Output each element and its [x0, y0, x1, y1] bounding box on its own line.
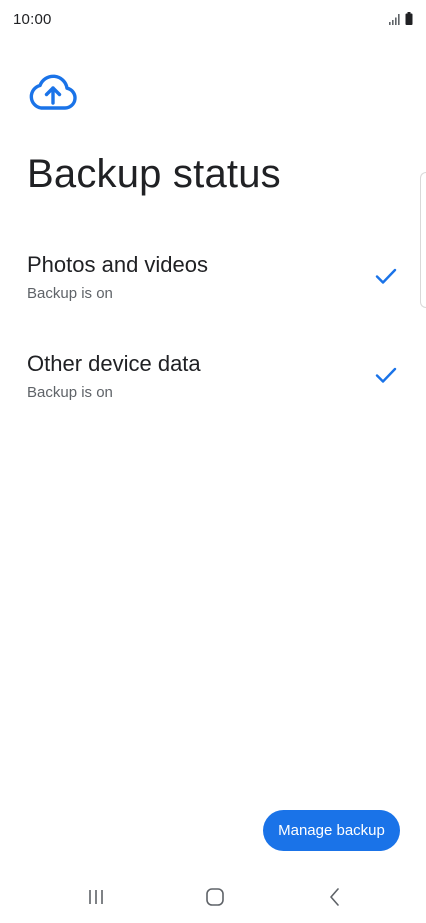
status-bar: 10:00 [0, 0, 426, 40]
status-icons [389, 12, 413, 30]
backup-item-other-device-data[interactable]: Other device data Backup is on [0, 349, 426, 429]
screen: 10:00 Backup status Photos and videos Ba… [0, 0, 426, 923]
check-icon [374, 365, 398, 385]
home-icon[interactable] [200, 884, 230, 910]
manage-backup-button[interactable]: Manage backup [263, 810, 400, 851]
navigation-bar [0, 872, 426, 923]
item-title: Other device data [27, 351, 201, 376]
item-subtitle: Backup is on [27, 384, 113, 401]
signal-icon [389, 12, 401, 30]
recent-apps-icon[interactable] [81, 884, 111, 910]
item-subtitle: Backup is on [27, 285, 113, 302]
battery-icon [405, 12, 413, 30]
check-icon [374, 266, 398, 286]
cloud-upload-icon [27, 72, 79, 112]
page-title: Backup status [27, 152, 281, 196]
back-icon[interactable] [320, 884, 350, 910]
status-time: 10:00 [13, 11, 52, 28]
item-title: Photos and videos [27, 252, 209, 277]
backup-item-photos-videos[interactable]: Photos and videos Backup is on [0, 250, 426, 330]
